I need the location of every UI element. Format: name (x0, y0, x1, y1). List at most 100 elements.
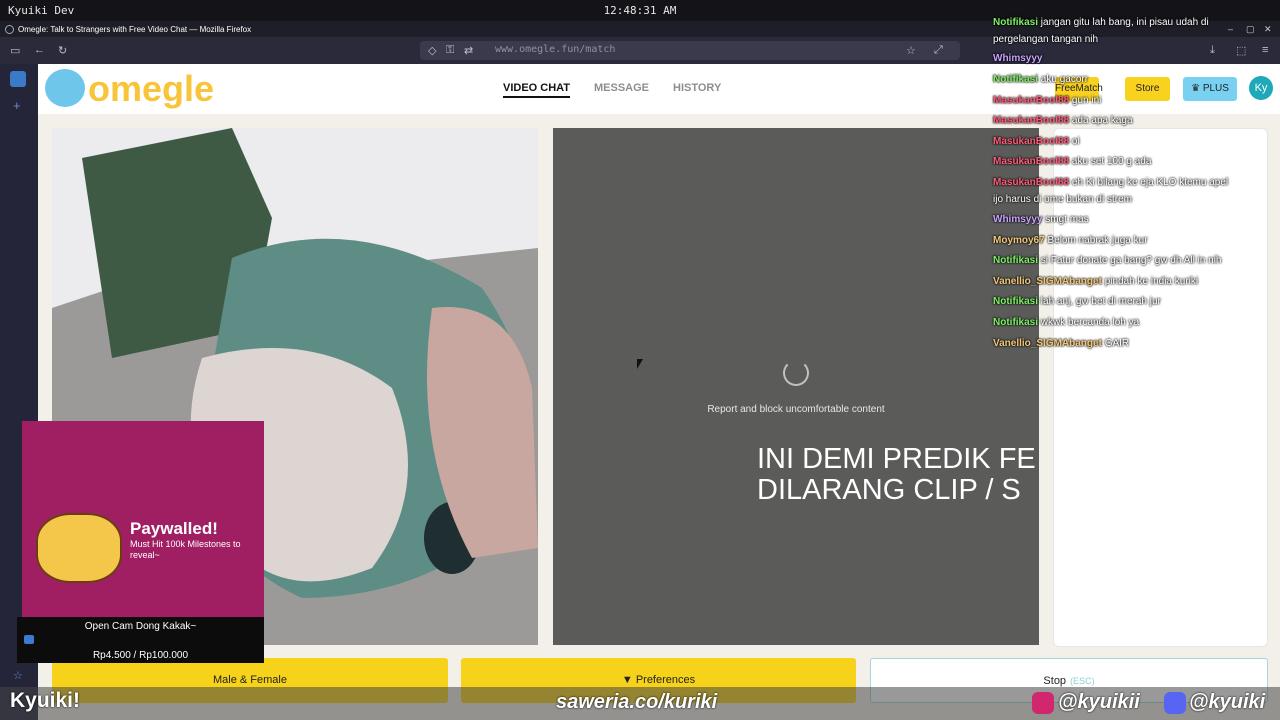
sidebar-toggle-icon[interactable]: ▭ (10, 44, 20, 57)
chat-message: Whimsyyy (993, 53, 1042, 64)
reload-icon[interactable]: ↻ (58, 44, 67, 57)
url-bar[interactable]: ◇ ⚿ ⇄ www.omegle.fun/match ☆ ⤢ (420, 41, 960, 60)
chat-message: MasukanBool88 oi (993, 136, 1080, 147)
chat-message: Notifikasi si Fatur donate ga bang? gw d… (993, 255, 1221, 266)
paywall-title: Paywalled! (130, 519, 218, 538)
chat-author: Moymoy67 (993, 235, 1045, 246)
logo-bubble-icon[interactable] (45, 69, 85, 107)
goal-amount: Rp4.500 / Rp100.000 (92, 650, 189, 661)
chat-message: MasukanBool88 aku set 100 g ada (993, 156, 1151, 167)
goal-icon (24, 635, 34, 644)
mouse-cursor-icon (637, 359, 643, 369)
mascot-image (36, 513, 122, 583)
saweria-link: saweria.co/kuriki (556, 691, 718, 713)
chat-text: ijo harus di ome bukan di strem (993, 194, 1132, 205)
chat-author: Notifikasi (993, 74, 1039, 85)
stranger-video: Report and block uncomfortable content (553, 128, 1039, 645)
chat-author: MasukanBool88 (993, 115, 1070, 126)
tab-video-chat[interactable]: VIDEO CHAT (503, 82, 571, 98)
loading-spinner-icon (783, 360, 809, 386)
chat-author: Vanellio_SIGMAbanget (993, 338, 1102, 349)
window-title: Omegle: Talk to Strangers with Free Vide… (18, 25, 252, 34)
fullscreen-icon[interactable]: ⤢ (934, 44, 943, 57)
chat-author: Notifikasi (993, 296, 1039, 307)
bookmark-star-icon[interactable]: ☆ (906, 44, 916, 57)
chat-text: aku set 100 g ada (1069, 156, 1152, 167)
chat-message: Vanellio_SIGMAbanget pindah ke india kur… (993, 276, 1198, 287)
tab-history[interactable]: HISTORY (673, 82, 721, 94)
chat-author: Whimsyyy (993, 53, 1043, 64)
discord-icon (1164, 692, 1186, 714)
chat-author: Notifikasi (993, 255, 1039, 266)
chat-text: wkwk bercanda loh ya (1038, 317, 1140, 328)
tab-message[interactable]: MESSAGE (594, 82, 649, 94)
streamer-name: Kyuiki! (10, 689, 81, 712)
avatar[interactable]: Ky (1249, 76, 1273, 100)
chat-message: MasukanBool88 ada apa kaga (993, 115, 1133, 126)
chat-text: aku gacorr (1038, 74, 1089, 85)
lock-icon[interactable]: ⚿ (446, 44, 454, 57)
report-notice[interactable]: Report and block uncomfortable content (553, 404, 1039, 415)
chat-text: jangan gitu lah bang, ini pisau udah di (1038, 17, 1209, 28)
warning-overlay-text: INI DEMI PREDIK FE DILARANG CLIP / S (757, 444, 1040, 506)
chat-message: Whimsyyy smgt mas (993, 214, 1089, 225)
chat-author: MasukanBool88 (993, 136, 1070, 147)
clock: 12:48:31 AM (603, 4, 677, 17)
warning-line-1: INI DEMI PREDIK FE (757, 444, 1036, 475)
chat-message: MasukanBool88 eh Ki bilang ke eja KLO kt… (993, 177, 1228, 188)
extensions-icon[interactable]: ⬚ (1236, 44, 1246, 57)
chat-text: si Fatur donate ga bang? gw dh All in ni… (1038, 255, 1222, 266)
downloads-icon[interactable]: ⤓ (1210, 44, 1215, 57)
chat-message: Moymoy67 Belom nabrak juga kur (993, 235, 1148, 246)
chat-author: Whimsyyy (993, 214, 1043, 225)
preferences-label: Preferences (635, 674, 696, 686)
url-text[interactable]: www.omegle.fun/match (495, 44, 615, 55)
chat-text: smgt mas (1042, 214, 1089, 225)
chat-author: MasukanBool88 (993, 156, 1070, 167)
store-button[interactable]: Store (1125, 77, 1170, 101)
chat-message: Notifikasi jangan gitu lah bang, ini pis… (993, 17, 1209, 28)
sidebar-star-icon[interactable]: ☆ (13, 669, 23, 682)
instagram-icon (1032, 692, 1054, 714)
chat-message: Vanellio_SIGMAbanget GAIR (993, 338, 1129, 349)
chat-text: pindah ke india kuriki (1101, 276, 1199, 287)
site-logo[interactable]: omegle (88, 68, 214, 110)
warning-line-2: DILARANG CLIP / S (757, 474, 1021, 506)
firefox-icon (5, 25, 14, 34)
paywall-subtitle: Must Hit 100k Milestones to reveal~ (130, 539, 241, 560)
minimize-icon[interactable]: – (1228, 24, 1233, 34)
chat-text: gun ini (1069, 95, 1102, 106)
filter-icon: ▼ (621, 674, 636, 686)
site-header: omegle VIDEO CHAT MESSAGE HISTORY FreeMa… (38, 64, 1280, 114)
maximize-icon[interactable]: ▢ (1246, 24, 1255, 35)
chat-text: ada apa kaga (1069, 115, 1133, 126)
chat-text: pergelangan tangan nih (993, 34, 1099, 45)
chat-message: Notifikasi lah anj, gw bet di merah jur (993, 296, 1161, 307)
add-panel-icon[interactable]: + (13, 98, 21, 113)
menu-icon[interactable]: ≡ (1262, 44, 1268, 56)
plus-label: PLUS (1202, 83, 1229, 94)
chat-author: Notifikasi (993, 17, 1039, 28)
chat-text: eh Ki bilang ke eja KLO ktemu apel (1069, 177, 1229, 188)
sidebar-app-icon[interactable] (10, 71, 26, 87)
chat-author: MasukanBool88 (993, 95, 1070, 106)
chat-panel[interactable] (1053, 128, 1268, 647)
instagram-handle: @kyuikii (1058, 691, 1140, 713)
chat-message: ijo harus di ome bukan di strem (993, 194, 1132, 205)
goal-title: Open Cam Dong Kakak~ (84, 621, 197, 632)
chat-message: Notifikasi aku gacorr (993, 74, 1088, 85)
chat-author: MasukanBool88 (993, 177, 1070, 188)
shield-icon[interactable]: ◇ (428, 44, 436, 57)
stop-label: Stop (1043, 675, 1067, 687)
chat-text: GAIR (1101, 338, 1130, 349)
crown-icon: ♛ (1191, 83, 1203, 94)
chat-message: Notifikasi wkwk bercanda loh ya (993, 317, 1139, 328)
chat-message: MasukanBool88 gun ini (993, 95, 1101, 106)
close-icon[interactable]: ✕ (1264, 24, 1272, 35)
chat-author: Vanellio_SIGMAbanget (993, 276, 1102, 287)
permissions-icon[interactable]: ⇄ (464, 44, 473, 57)
back-icon[interactable]: ← (34, 44, 45, 56)
discord-handle: @kyuiki (1189, 691, 1266, 713)
chat-text: Belom nabrak juga kur (1044, 235, 1148, 246)
plus-button[interactable]: ♛ PLUS (1183, 77, 1237, 101)
